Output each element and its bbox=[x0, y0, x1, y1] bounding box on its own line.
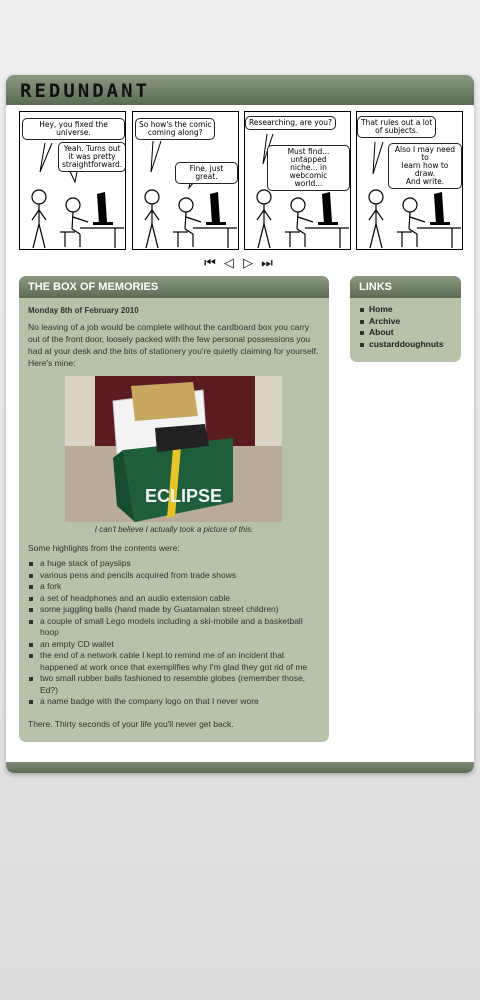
links-heading: LINKS bbox=[350, 276, 461, 298]
comic-panel-3: Researching, are you? Must find... untap… bbox=[244, 111, 351, 250]
speech-bubble: So how's the comic coming along? bbox=[135, 118, 216, 140]
comic-strip: Hey, you fixed the universe. Yeah. Turns… bbox=[19, 111, 463, 250]
link-archive[interactable]: Archive bbox=[360, 316, 461, 328]
post-intro: No leaving of a job would be complete wi… bbox=[28, 322, 319, 368]
highlights-list: a huge stack of payslips various pens an… bbox=[28, 558, 323, 708]
list-item: two small rubber balls fashioned to rese… bbox=[28, 673, 323, 696]
speech-bubble: Yeah. Turns out it was pretty straightfo… bbox=[58, 142, 125, 172]
list-item: an empty CD wallet bbox=[28, 639, 323, 651]
post-outro: There. Thirty seconds of your life you'l… bbox=[28, 719, 234, 729]
list-item: a huge stack of payslips bbox=[28, 558, 323, 570]
site-container: REDUNDANT Hey, you fixed the universe. Y… bbox=[6, 75, 474, 773]
speech-bubble: Must find... untapped niche... in webcom… bbox=[267, 145, 350, 191]
post-heading: THE BOX OF MEMORIES bbox=[19, 276, 329, 298]
next-comic-icon[interactable]: ▷ bbox=[240, 255, 256, 271]
speech-bubble: Also I may need to learn how to draw. An… bbox=[388, 143, 462, 189]
list-item: a fork bbox=[28, 581, 323, 593]
highlights-intro: Some highlights from the contents were: bbox=[28, 543, 180, 553]
list-item: a name badge with the company logo on th… bbox=[28, 696, 323, 708]
box-photo-drawing: ECLIPSE bbox=[65, 376, 282, 522]
list-item: some juggling balls (hand made by Guatam… bbox=[28, 604, 323, 616]
comic-panel-4: That rules out a lot of subjects. Also I… bbox=[356, 111, 463, 250]
last-comic-icon[interactable]: ⏭ bbox=[259, 255, 275, 271]
list-item: the end of a network cable I kept to rem… bbox=[28, 650, 323, 673]
comic-panel-2: So how's the comic coming along? Fine, j… bbox=[132, 111, 239, 250]
speech-bubble: Fine, just great. bbox=[175, 162, 238, 184]
list-item: various pens and pencils acquired from t… bbox=[28, 570, 323, 582]
box-photo: ECLIPSE bbox=[65, 376, 282, 522]
links-box: LINKS Home Archive About custarddoughnut… bbox=[350, 276, 461, 362]
site-footer bbox=[6, 762, 474, 773]
link-home[interactable]: Home bbox=[360, 304, 461, 316]
list-item: a couple of small Lego models including … bbox=[28, 616, 323, 639]
list-item: a set of headphones and an audio extensi… bbox=[28, 593, 323, 605]
post-date: Monday 8th of February 2010 bbox=[28, 306, 139, 315]
site-title[interactable]: REDUNDANT bbox=[20, 80, 150, 102]
previous-comic-icon[interactable]: ◁ bbox=[221, 255, 237, 271]
box-logo-text: ECLIPSE bbox=[145, 486, 222, 506]
speech-bubble: Hey, you fixed the universe. bbox=[22, 118, 125, 140]
comic-panel-1: Hey, you fixed the universe. Yeah. Turns… bbox=[19, 111, 126, 250]
link-custarddoughnuts[interactable]: custarddoughnuts bbox=[360, 339, 461, 351]
comic-navigation: ⏮ ◁ ▷ ⏭ bbox=[202, 255, 282, 271]
link-about[interactable]: About bbox=[360, 327, 461, 339]
speech-bubble: That rules out a lot of subjects. bbox=[357, 116, 437, 138]
post-box: THE BOX OF MEMORIES Monday 8th of Februa… bbox=[19, 276, 329, 742]
speech-bubble: Researching, are you? bbox=[245, 116, 337, 130]
site-header: REDUNDANT bbox=[6, 75, 474, 105]
photo-caption: I can't believe I actually took a pictur… bbox=[94, 525, 254, 534]
first-comic-icon[interactable]: ⏮ bbox=[202, 255, 218, 271]
links-list: Home Archive About custarddoughnuts bbox=[360, 304, 461, 350]
